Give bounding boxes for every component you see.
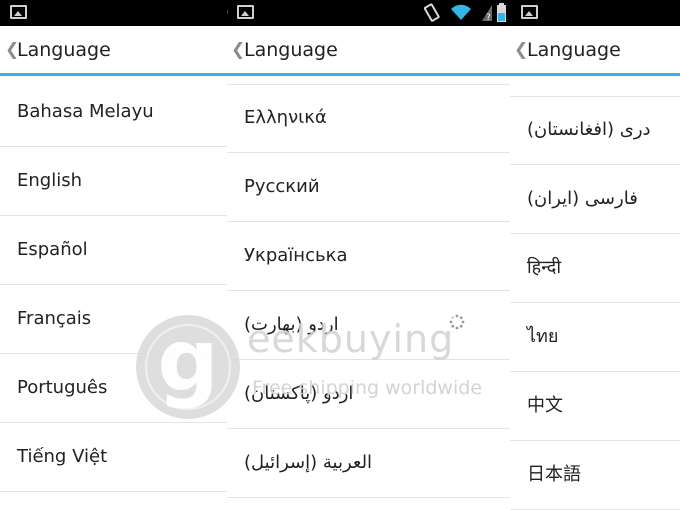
language-list[interactable]: Bahasa Melayu English Español Français P… <box>0 79 227 510</box>
status-bar <box>510 0 680 26</box>
battery-icon <box>497 3 506 22</box>
language-item[interactable]: Português <box>0 355 227 423</box>
language-item[interactable]: हिन्दी <box>510 235 680 303</box>
language-item[interactable]: Ελληνικά <box>227 85 510 153</box>
language-item[interactable]: فارسی (ایران) <box>510 166 680 234</box>
action-bar: ❮ Language <box>0 26 227 76</box>
image-notification-icon <box>10 5 27 19</box>
language-item[interactable]: Français <box>0 286 227 354</box>
wifi-icon <box>451 4 471 20</box>
language-item[interactable]: اردو (پاکستان) <box>227 361 510 429</box>
image-notification-icon <box>521 5 538 19</box>
language-screen-3: ❮ Language دری (افغانستان) فارسی (ایران)… <box>510 0 680 510</box>
no-signal-icon: ? <box>482 5 492 22</box>
page-title[interactable]: Language <box>527 38 621 62</box>
language-item[interactable]: اردو (بھارت) <box>227 292 510 360</box>
notification-dot-icon: ◂ <box>227 3 228 21</box>
page-title[interactable]: Language <box>244 38 338 62</box>
language-item[interactable]: Русский <box>227 154 510 222</box>
language-screen-1: ❮ Language Bahasa Melayu English Español… <box>0 0 227 510</box>
svg-text:?: ? <box>486 13 491 22</box>
language-item[interactable]: 日本語 <box>510 442 680 510</box>
language-item[interactable]: Bahasa Melayu <box>0 79 227 147</box>
language-screen-2: ◂ ? ❮ Language Ελληνικά Русский Українсь… <box>227 0 510 510</box>
language-item[interactable]: Tiếng Việt <box>0 424 227 492</box>
language-list[interactable]: دری (افغانستان) فارسی (ایران) हिन्दी ไทย… <box>510 79 680 510</box>
language-item[interactable]: English <box>0 148 227 216</box>
action-bar: ❮ Language <box>227 26 510 76</box>
language-item[interactable]: Español <box>0 217 227 285</box>
language-item[interactable]: ไทย <box>510 304 680 372</box>
status-bar <box>0 0 227 26</box>
page-title[interactable]: Language <box>17 38 111 62</box>
language-list[interactable]: Ελληνικά Русский Українська اردو (بھارت)… <box>227 79 510 510</box>
image-notification-icon <box>237 5 254 19</box>
language-item[interactable]: 中文 <box>510 373 680 441</box>
status-bar: ◂ ? <box>227 0 510 26</box>
action-bar: ❮ Language <box>510 26 680 76</box>
language-item[interactable]: دری (افغانستان) <box>510 97 680 165</box>
language-item[interactable]: العربية (إسرائيل) <box>227 430 510 498</box>
rotation-icon <box>424 3 440 22</box>
language-item[interactable]: Українська <box>227 223 510 291</box>
